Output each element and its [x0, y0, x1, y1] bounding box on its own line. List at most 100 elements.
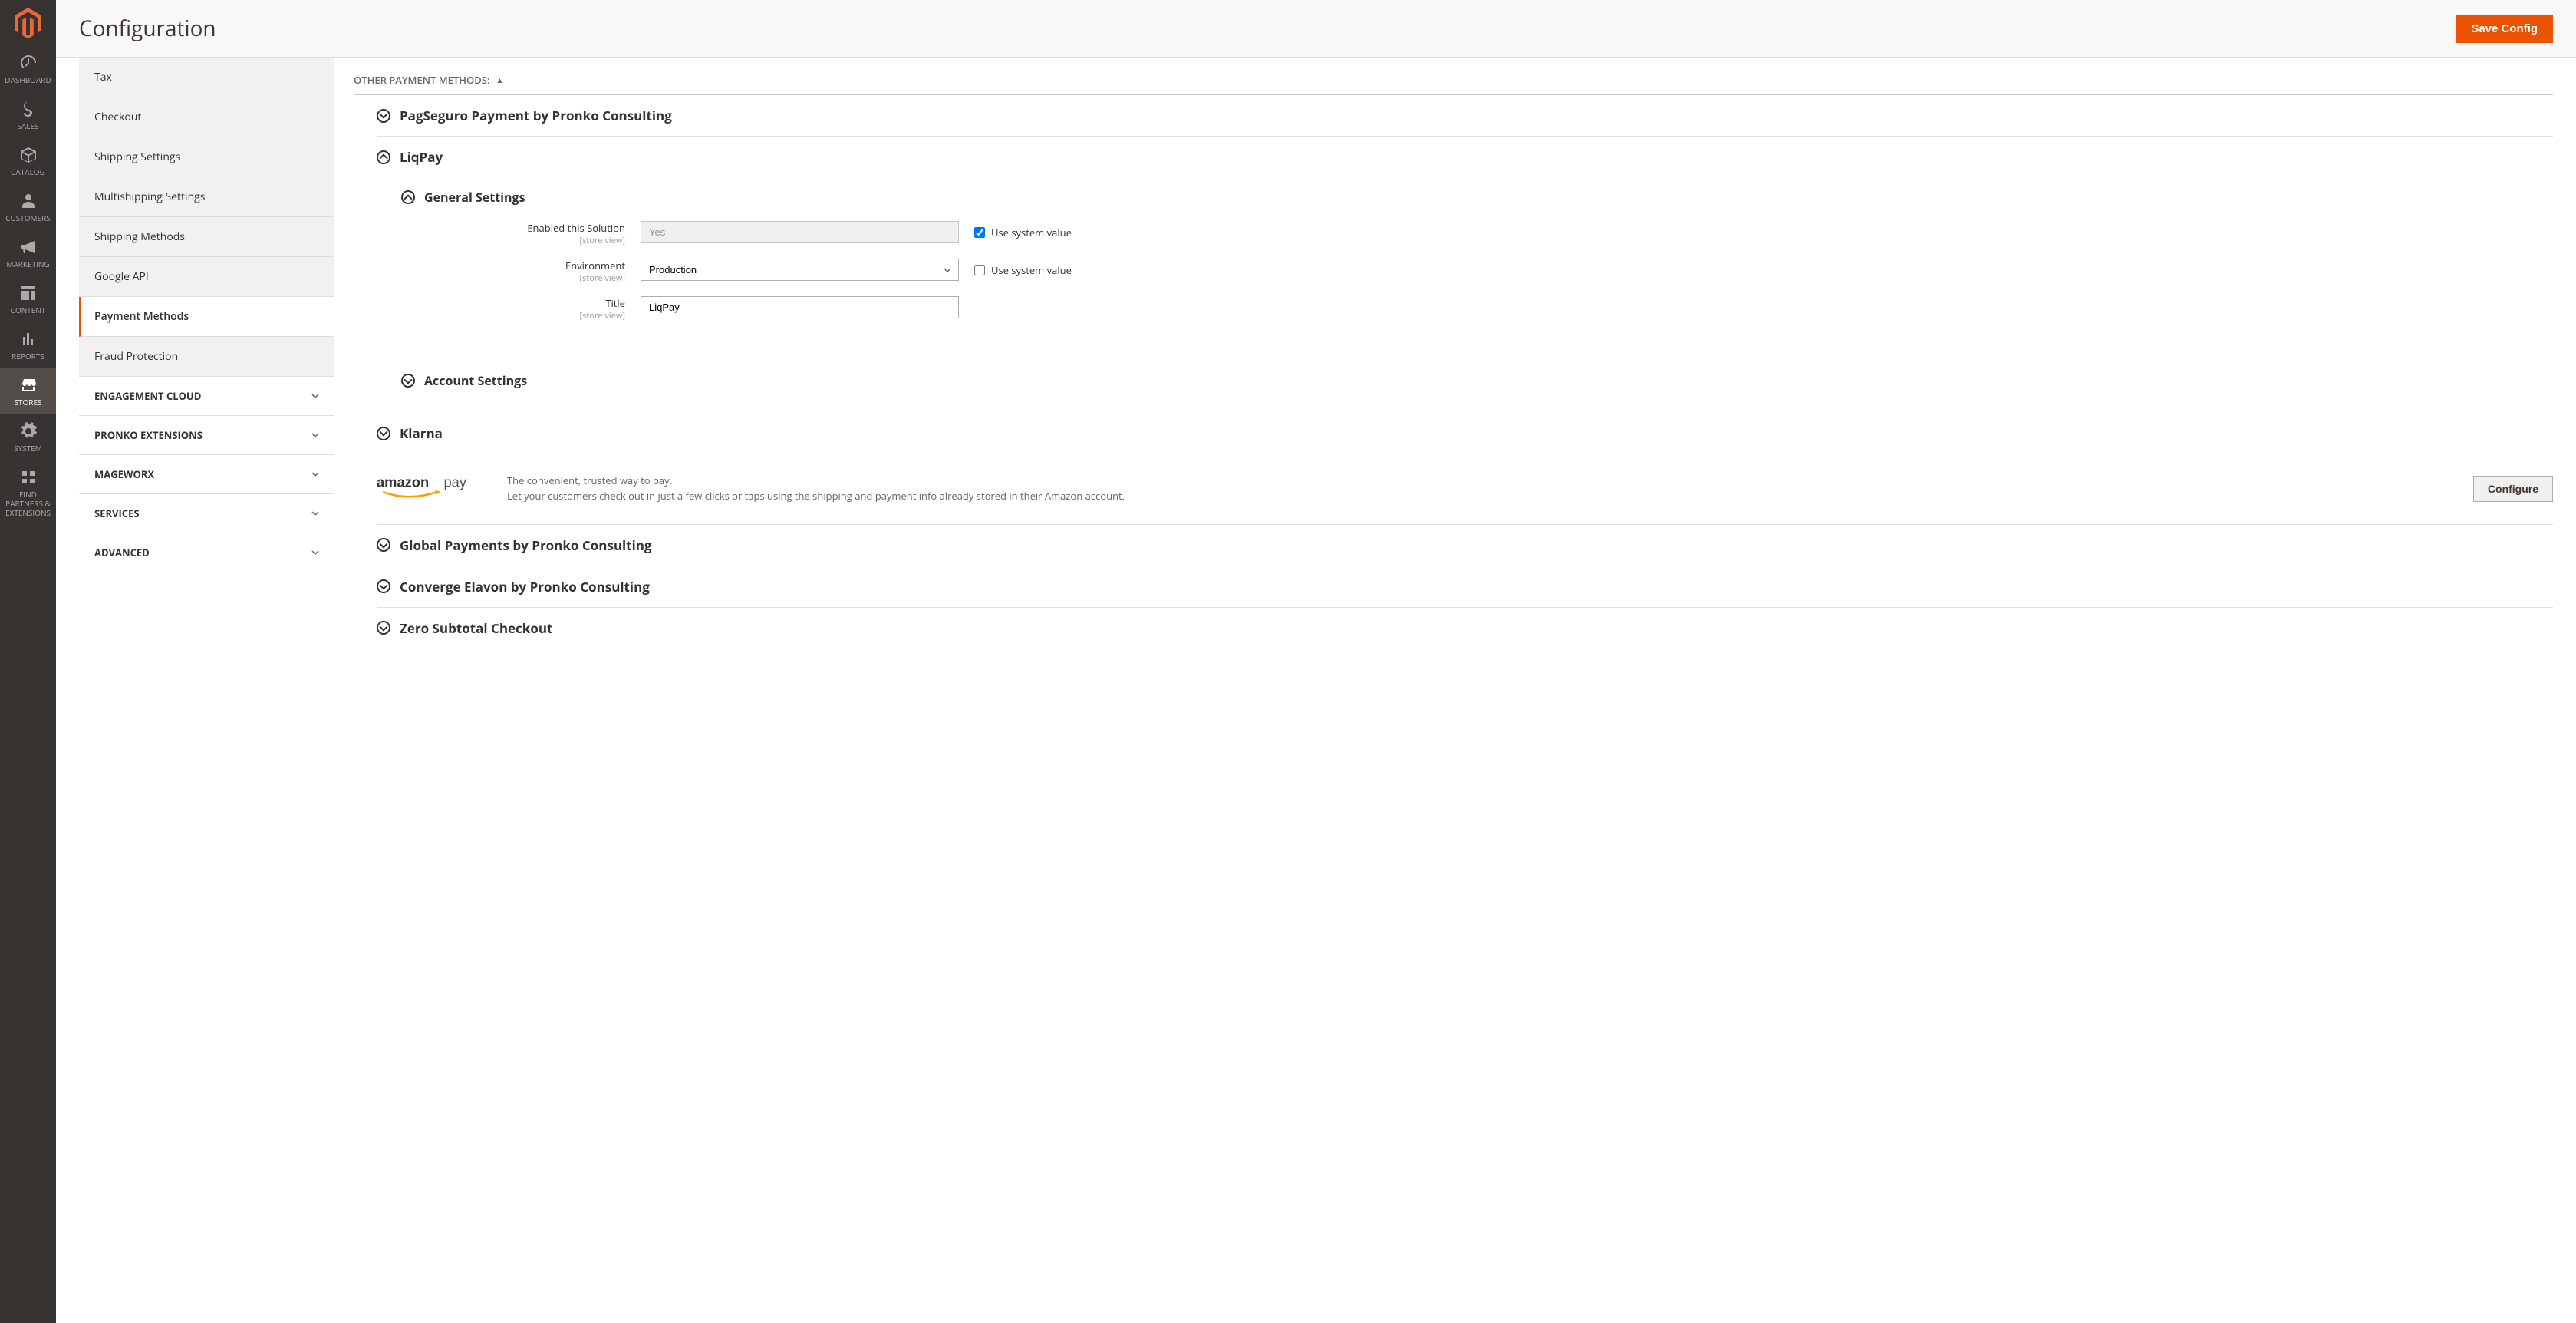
- sidebar-item-shipping-methods[interactable]: Shipping Methods: [79, 217, 334, 257]
- chevron-down-icon: [311, 510, 319, 517]
- row-enabled: Enabled this Solution [store view] Yes U…: [426, 221, 2553, 246]
- magento-logo[interactable]: [0, 0, 56, 46]
- save-config-button[interactable]: Save Config: [2456, 15, 2553, 43]
- section-toggle[interactable]: Klarna: [377, 424, 2553, 442]
- enabled-select[interactable]: Yes: [641, 221, 959, 243]
- nav-label: System: [3, 444, 53, 453]
- section-title: Klarna: [400, 424, 443, 442]
- section-title: PagSeguro Payment by Pronko Consulting: [400, 107, 672, 124]
- row-title: Title [store view]: [426, 296, 2553, 322]
- nav-label: Marketing: [3, 259, 53, 269]
- sidebar-item-multishipping[interactable]: Multishipping Settings: [79, 177, 334, 217]
- sidebar-item-fraud-protection[interactable]: Fraud Protection: [79, 337, 334, 377]
- sidebar-item-checkout[interactable]: Checkout: [79, 97, 334, 137]
- section-title: LiqPay: [400, 148, 443, 166]
- chevron-down-icon: [311, 470, 319, 478]
- subsection-toggle[interactable]: Account Settings: [401, 372, 2553, 389]
- nav-label: Sales: [3, 121, 53, 130]
- subsection-general-settings: General Settings Enabled this Solution […: [401, 166, 2553, 361]
- nav-stores[interactable]: Stores: [0, 368, 56, 414]
- nav-label: Content: [3, 305, 53, 315]
- section-title: Global Payments by Pronko Consulting: [400, 536, 652, 554]
- sidebar-item-google-api[interactable]: Google API: [79, 257, 334, 297]
- section-toggle[interactable]: Global Payments by Pronko Consulting: [377, 536, 2553, 554]
- sidebar-group-mageworx[interactable]: Mageworx: [79, 455, 334, 494]
- section-toggle[interactable]: LiqPay: [377, 148, 2553, 166]
- nav-label: Dashboard: [3, 75, 53, 84]
- admin-left-nav: Dashboard Sales Catalog Customers Market…: [0, 0, 56, 1323]
- chevron-down-icon: [311, 549, 319, 556]
- section-toggle[interactable]: Converge Elavon by Pronko Consulting: [377, 578, 2553, 596]
- payment-section-global-payments: Global Payments by Pronko Consulting: [377, 525, 2553, 566]
- nav-label: Customers: [3, 213, 53, 223]
- scope-label: [store view]: [426, 272, 625, 284]
- extensions-icon: [19, 468, 38, 487]
- use-system-checkbox[interactable]: Use system value: [974, 226, 1072, 239]
- subsection-title-label: General Settings: [424, 189, 525, 206]
- sidebar-item-shipping-settings[interactable]: Shipping Settings: [79, 137, 334, 177]
- payment-section-amazon: amazon pay The convenient, trusted way to…: [377, 454, 2553, 525]
- gear-icon: [19, 422, 38, 440]
- sidebar-group-services[interactable]: Services: [79, 494, 334, 533]
- nav-catalog[interactable]: Catalog: [0, 138, 56, 184]
- nav-find-partners[interactable]: Find Partners & Extensions: [0, 460, 56, 525]
- svg-text:amazon: amazon: [377, 473, 429, 490]
- configure-amazon-button[interactable]: Configure: [2473, 476, 2553, 502]
- expand-icon: [377, 579, 390, 593]
- section-toggle[interactable]: PagSeguro Payment by Pronko Consulting: [377, 107, 2553, 124]
- storefront-icon: [19, 376, 38, 394]
- section-title: Zero Subtotal Checkout: [400, 619, 552, 637]
- page-title: Configuration: [79, 14, 216, 43]
- config-sidebar: Tax Checkout Shipping Settings Multiship…: [79, 58, 334, 1323]
- other-payment-methods-header[interactable]: Other Payment Methods: ▲: [354, 58, 2553, 95]
- form-rows: Enabled this Solution [store view] Yes U…: [426, 206, 2553, 349]
- section-toggle[interactable]: Zero Subtotal Checkout: [377, 619, 2553, 637]
- megaphone-icon: [19, 238, 38, 256]
- amazon-description: The convenient, trusted way to pay. Let …: [507, 473, 2458, 503]
- nav-label: Catalog: [3, 167, 53, 177]
- sidebar-group-engagement-cloud[interactable]: Engagement Cloud: [79, 377, 334, 416]
- row-environment: Environment [store view] Production Use …: [426, 259, 2553, 284]
- field-label: Enabled this Solution [store view]: [426, 221, 641, 246]
- settings-panel: Other Payment Methods: ▲ PagSeguro Payme…: [334, 58, 2553, 1323]
- nav-reports[interactable]: Reports: [0, 322, 56, 368]
- checkbox-input[interactable]: [974, 265, 985, 275]
- expand-icon: [377, 621, 390, 635]
- title-input[interactable]: [641, 296, 959, 318]
- nav-customers[interactable]: Customers: [0, 184, 56, 230]
- sidebar-item-tax[interactable]: Tax: [79, 58, 334, 97]
- svg-text:pay: pay: [443, 473, 466, 490]
- nav-label: Find Partners & Extensions: [3, 490, 53, 517]
- sidebar-group-advanced[interactable]: Advanced: [79, 533, 334, 572]
- payment-section-klarna: Klarna: [377, 413, 2553, 454]
- expand-icon: [377, 109, 390, 123]
- environment-select[interactable]: Production: [641, 259, 959, 281]
- nav-system[interactable]: System: [0, 414, 56, 460]
- payment-section-liqpay: LiqPay General Settings Enabled this Sol…: [377, 137, 2553, 413]
- field-label: Title [store view]: [426, 296, 641, 322]
- nav-content[interactable]: Content: [0, 276, 56, 322]
- person-icon: [19, 192, 38, 210]
- nav-dashboard[interactable]: Dashboard: [0, 46, 56, 92]
- dollar-icon: [19, 100, 38, 118]
- chart-icon: [19, 330, 38, 348]
- sidebar-group-pronko[interactable]: Pronko Extensions: [79, 416, 334, 455]
- section-header-label: Other Payment Methods:: [354, 73, 490, 87]
- use-system-checkbox[interactable]: Use system value: [974, 263, 1072, 277]
- checkbox-input[interactable]: [974, 227, 985, 238]
- expand-icon: [377, 427, 390, 440]
- subsection-title-label: Account Settings: [424, 372, 527, 389]
- payment-section-zero-subtotal: Zero Subtotal Checkout: [377, 608, 2553, 648]
- nav-label: Reports: [3, 351, 53, 361]
- expand-icon: [377, 538, 390, 552]
- payment-section-converge-elavon: Converge Elavon by Pronko Consulting: [377, 566, 2553, 608]
- collapse-icon: [401, 190, 415, 204]
- group-label: Pronko Extensions: [94, 428, 203, 442]
- nav-marketing[interactable]: Marketing: [0, 230, 56, 276]
- nav-sales[interactable]: Sales: [0, 92, 56, 138]
- group-label: Services: [94, 506, 140, 520]
- amazon-pay-logo: amazon pay: [377, 473, 492, 505]
- sidebar-item-payment-methods[interactable]: Payment Methods: [79, 297, 334, 337]
- scope-label: [store view]: [426, 235, 625, 246]
- subsection-toggle[interactable]: General Settings: [401, 189, 2553, 206]
